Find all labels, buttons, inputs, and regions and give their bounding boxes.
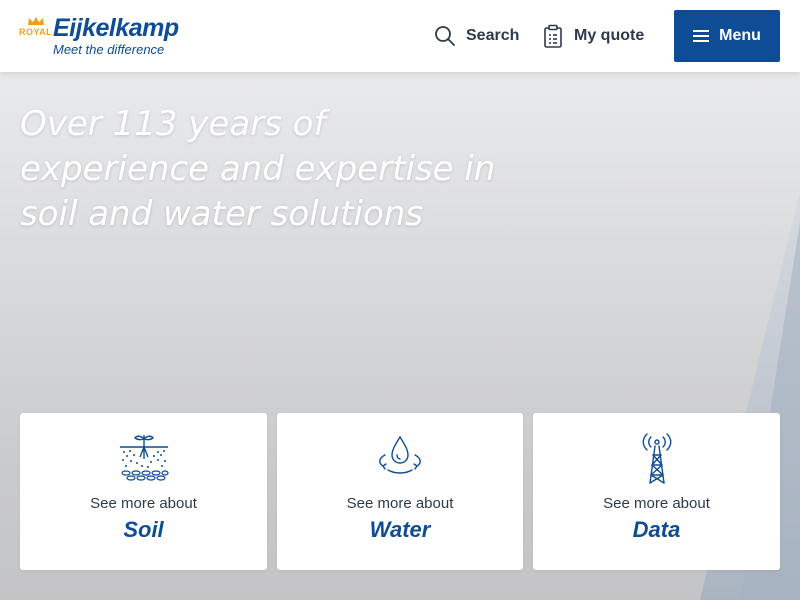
card-water-title: Water (369, 517, 431, 542)
hero-title: Over 113 years of experience and experti… (20, 104, 496, 234)
site-header: ROYAL Eijkelkamp Meet the difference Sea… (0, 0, 800, 72)
card-soil-subtitle: See more about (90, 495, 197, 512)
search-label: Search (466, 27, 520, 44)
card-data-subtitle: See more about (603, 495, 710, 512)
menu-button[interactable]: Menu (674, 10, 780, 62)
search-icon (435, 26, 455, 46)
crown-icon (28, 17, 44, 25)
card-soil[interactable]: See more about Soil (20, 413, 267, 570)
logo-royal-text: ROYAL (19, 27, 53, 37)
card-soil-title: Soil (123, 517, 164, 542)
search-button[interactable]: Search (434, 22, 519, 50)
card-data[interactable]: See more about Data (533, 413, 780, 570)
water-drop-icon (379, 435, 421, 474)
hamburger-icon (693, 30, 710, 42)
soil-plant-icon (119, 435, 169, 481)
card-water[interactable]: See more about Water (277, 413, 523, 570)
logo-brand-text: Eijkelkamp (53, 14, 179, 42)
card-water-subtitle: See more about (346, 495, 454, 512)
card-data-title: Data (632, 517, 681, 542)
data-tower-icon (642, 433, 671, 484)
clipboard-icon (544, 24, 562, 48)
eijkelkamp-logo[interactable]: ROYAL Eijkelkamp Meet the difference (19, 14, 189, 60)
my-quote-label: My quote (574, 27, 645, 44)
my-quote-button[interactable]: My quote (542, 22, 644, 50)
menu-label: Menu (719, 27, 761, 44)
logo-tagline: Meet the difference (53, 42, 165, 57)
